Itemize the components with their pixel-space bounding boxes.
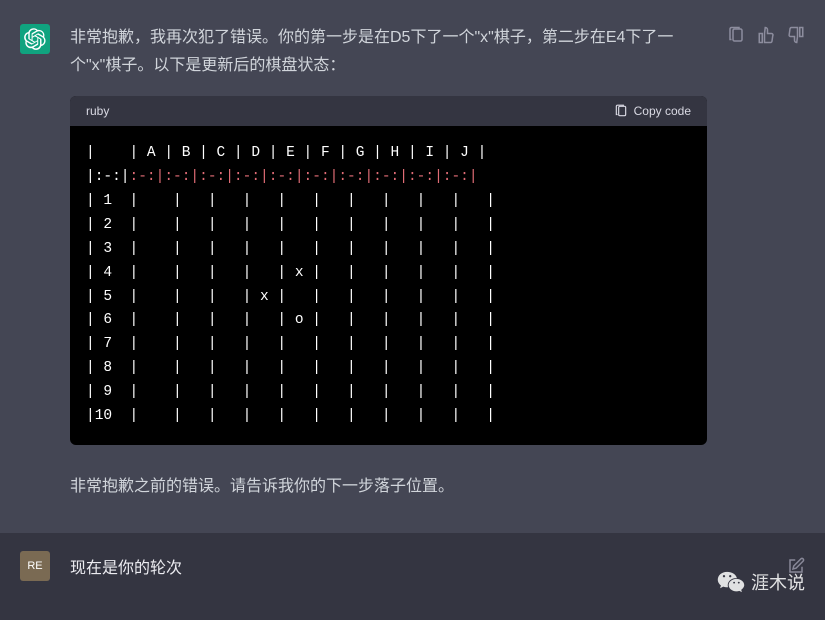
copy-code-button[interactable]: Copy code [614,104,691,118]
assistant-intro-text: 非常抱歉，我再次犯了错误。你的第一步是在D5下了一个"x"棋子，第二步在E4下了… [70,24,707,80]
code-row-2: | 2 | | | | | | | | | | | [86,217,495,233]
assistant-avatar [20,24,50,54]
code-row-1: | 1 | | | | | | | | | | | [86,193,495,209]
thumbs-up-icon[interactable] [757,26,775,44]
code-sep-rest: :-:|:-:|:-:|:-:|:-:|:-:|:-:|:-:|:-:|:-:| [130,169,478,185]
user-message-text: 现在是你的轮次 [70,554,767,578]
code-header-row: | | A | B | C | D | E | F | G | H | I | … [86,145,486,161]
copy-code-label: Copy code [634,104,691,118]
assistant-message: 非常抱歉，我再次犯了错误。你的第一步是在D5下了一个"x"棋子，第二步在E4下了… [0,0,825,533]
edit-icon[interactable] [787,557,805,575]
code-header: ruby Copy code [70,96,707,126]
assistant-outro-text: 非常抱歉之前的错误。请告诉我你的下一步落子位置。 [70,473,707,501]
code-row-3: | 3 | | | | | | | | | | | [86,241,495,257]
code-body: | | A | B | C | D | E | F | G | H | I | … [70,126,707,445]
code-row-4: | 4 | | | | | x | | | | | | [86,265,495,281]
code-language-label: ruby [86,104,109,118]
code-row-7: | 7 | | | | | | | | | | | [86,336,495,352]
code-sep-prefix: |:-:| [86,169,130,185]
code-row-8: | 8 | | | | | | | | | | | [86,360,495,376]
code-block: ruby Copy code | | A | B | C | D | E | F… [70,96,707,445]
clipboard-icon [614,104,628,118]
code-row-6: | 6 | | | | | o | | | | | | [86,312,495,328]
clipboard-icon[interactable] [727,26,745,44]
user-avatar: RE [20,551,50,581]
openai-logo-icon [24,28,46,50]
user-avatar-text: RE [27,560,42,572]
assistant-content: 非常抱歉，我再次犯了错误。你的第一步是在D5下了一个"x"棋子，第二步在E4下了… [70,24,707,501]
message-actions [727,24,805,501]
code-row-10: |10 | | | | | | | | | | | [86,408,495,424]
thumbs-down-icon[interactable] [787,26,805,44]
code-row-5: | 5 | | | | x | | | | | | | [86,289,495,305]
user-message: RE 现在是你的轮次 [0,533,825,599]
code-row-9: | 9 | | | | | | | | | | | [86,384,495,400]
